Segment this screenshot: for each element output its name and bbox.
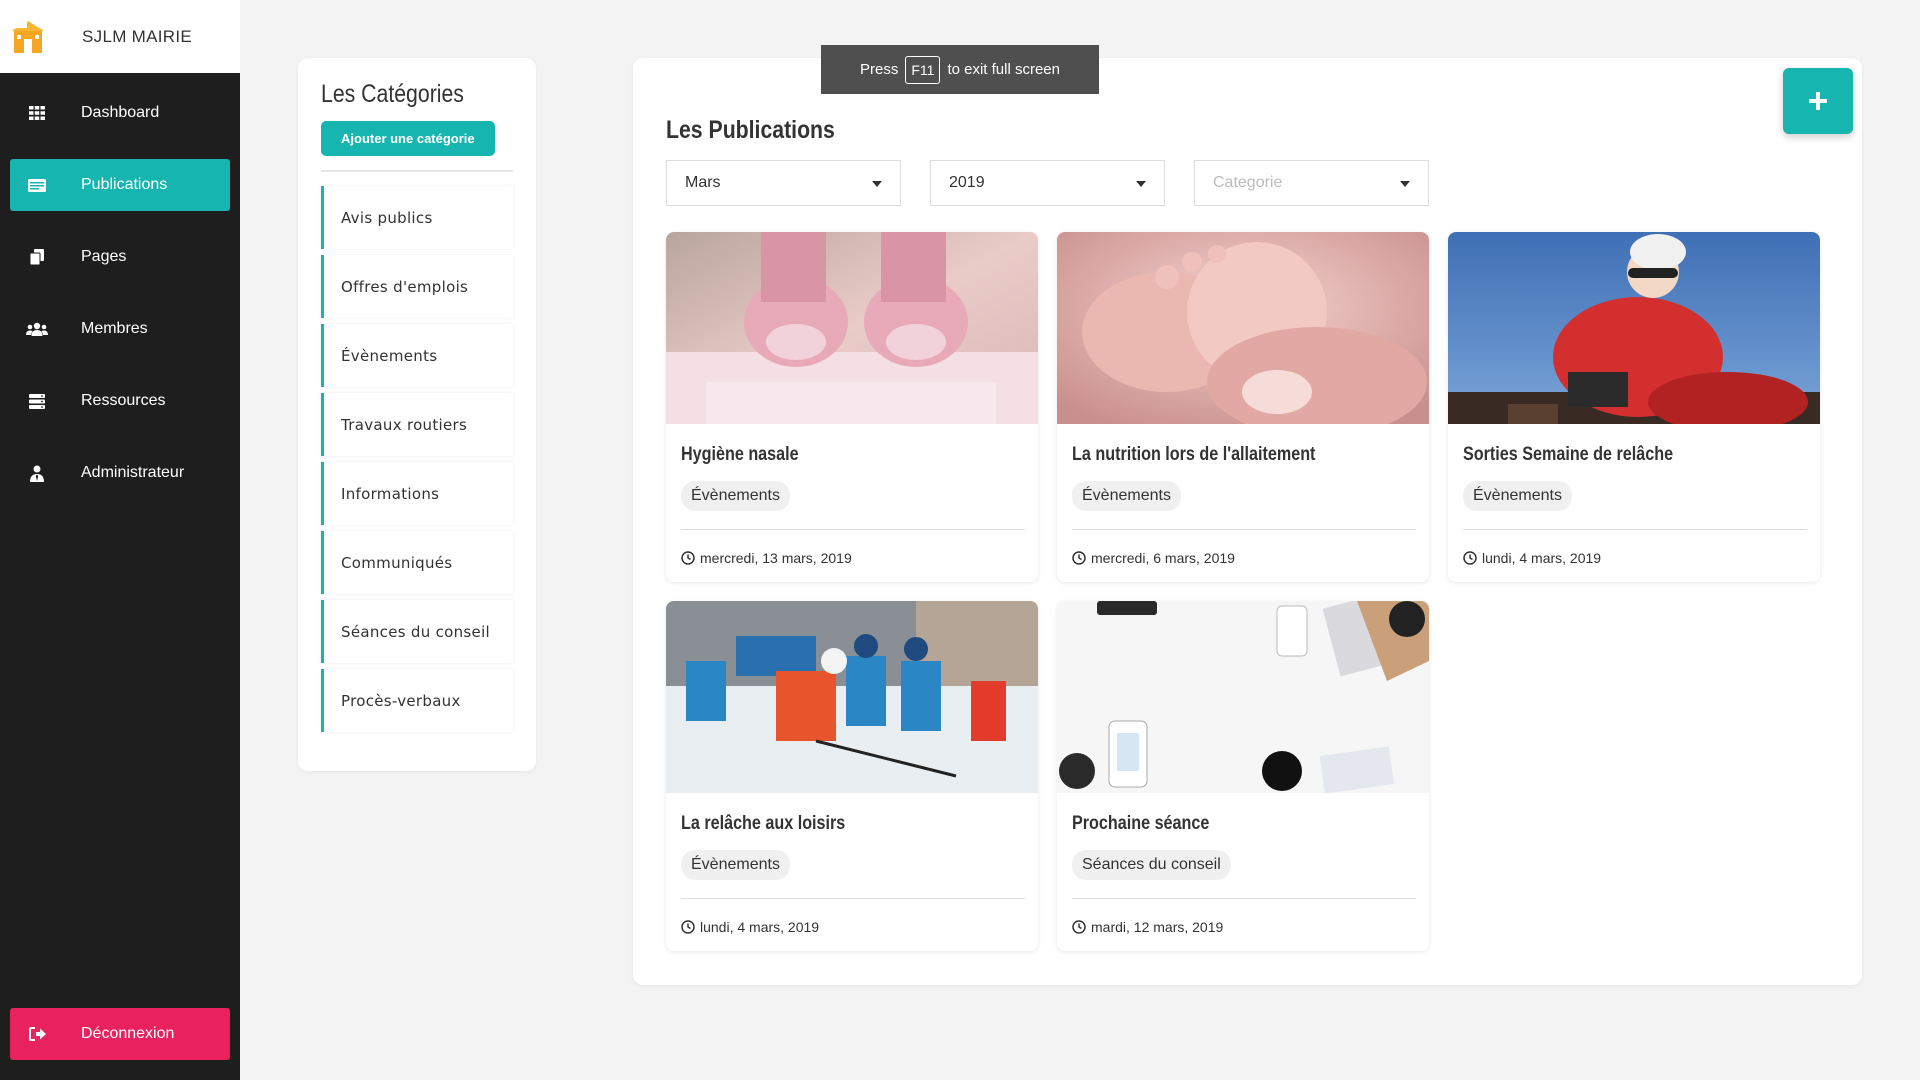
toast-text-after: to exit full screen <box>947 61 1060 78</box>
publication-title: Prochaine séance <box>1072 813 1210 834</box>
divider <box>681 529 1025 530</box>
categories-title: Les Catégories <box>321 80 464 108</box>
category-badge: Évènements <box>681 481 790 511</box>
publication-card[interactable]: La relâche aux loisirs Évènements lundi,… <box>666 601 1038 951</box>
divider <box>1463 529 1807 530</box>
divider <box>1072 529 1416 530</box>
grid-icon <box>24 106 50 120</box>
brand[interactable]: SJLM MAIRIE <box>0 0 240 73</box>
nav-label: Ressources <box>81 392 166 409</box>
nav-item-membres[interactable]: Membres <box>10 303 230 355</box>
nav-label: Dashboard <box>81 104 160 121</box>
category-select-placeholder: Categorie <box>1213 174 1283 191</box>
toast-key: F11 <box>905 55 941 84</box>
category-item-communiques[interactable]: Communiqués <box>321 531 513 594</box>
month-select[interactable]: Mars <box>666 160 901 206</box>
clock-icon <box>1463 551 1477 565</box>
logout-button[interactable]: Déconnexion <box>10 1008 230 1060</box>
category-item-evenements[interactable]: Évènements <box>321 324 513 387</box>
caret-down-icon <box>1136 181 1146 187</box>
town-hall-logo-icon <box>12 20 44 53</box>
category-item-seances-conseil[interactable]: Séances du conseil <box>321 600 513 663</box>
publication-title: La nutrition lors de l'allaitement <box>1072 444 1316 465</box>
category-select[interactable]: Categorie <box>1194 160 1429 206</box>
category-badge: Évènements <box>1463 481 1572 511</box>
date-text: mardi, 12 mars, 2019 <box>1091 919 1224 935</box>
clock-icon <box>681 920 695 934</box>
plus-icon <box>1809 84 1827 118</box>
divider <box>321 170 513 172</box>
nav-label: Publications <box>81 176 168 193</box>
publications-panel: Les Publications Mars 2019 Categorie Hyg <box>633 58 1862 985</box>
nav-item-ressources[interactable]: Ressources <box>10 375 230 427</box>
caret-down-icon <box>1400 181 1410 187</box>
nav-label: Pages <box>81 248 127 265</box>
sidebar: SJLM MAIRIE Dashboard Publications Pages… <box>0 0 240 1080</box>
publication-title: Hygiène nasale <box>681 444 799 465</box>
categories-panel: Les Catégories Ajouter une catégorie Avi… <box>298 58 536 771</box>
category-item-offres-emplois[interactable]: Offres d'emplois <box>321 255 513 318</box>
newspaper-icon <box>24 178 50 192</box>
kids-hockey-photo <box>666 601 1038 793</box>
nav-item-dashboard[interactable]: Dashboard <box>10 87 230 139</box>
date-text: lundi, 4 mars, 2019 <box>700 919 820 935</box>
nav-item-publications[interactable]: Publications <box>10 159 230 211</box>
nav-item-administrateur[interactable]: Administrateur <box>10 447 230 499</box>
nav-label: Membres <box>81 320 148 337</box>
category-item-informations[interactable]: Informations <box>321 462 513 525</box>
baby-booties-photo <box>666 232 1038 424</box>
sign-out-icon <box>24 1027 50 1041</box>
year-select[interactable]: 2019 <box>930 160 1165 206</box>
category-badge: Séances du conseil <box>1072 850 1231 880</box>
publications-title: Les Publications <box>666 116 835 144</box>
users-icon <box>24 322 50 336</box>
nav-item-pages[interactable]: Pages <box>10 231 230 283</box>
caret-down-icon <box>872 181 882 187</box>
fullscreen-toast: Press F11 to exit full screen <box>821 45 1099 94</box>
publication-card[interactable]: Sorties Semaine de relâche Évènements lu… <box>1448 232 1820 582</box>
category-item-travaux-routiers[interactable]: Travaux routiers <box>321 393 513 456</box>
category-item-proces-verbaux[interactable]: Procès-verbaux <box>321 669 513 732</box>
publication-date: lundi, 4 mars, 2019 <box>1463 550 1601 566</box>
add-category-button[interactable]: Ajouter une catégorie <box>321 121 495 156</box>
server-icon <box>24 393 50 409</box>
category-badge: Évènements <box>681 850 790 880</box>
baby-feet-photo <box>1057 232 1429 437</box>
date-text: mercredi, 13 mars, 2019 <box>700 550 852 566</box>
main-nav: Dashboard Publications Pages Membres Res… <box>0 87 240 499</box>
clock-icon <box>1072 551 1086 565</box>
nav-label: Administrateur <box>81 464 185 481</box>
copy-icon <box>24 249 50 265</box>
publication-date: lundi, 4 mars, 2019 <box>681 919 819 935</box>
month-select-value: Mars <box>685 174 721 191</box>
publication-title: Sorties Semaine de relâche <box>1463 444 1674 465</box>
category-list: Avis publics Offres d'emplois Évènements… <box>321 186 513 732</box>
clock-icon <box>681 551 695 565</box>
publication-card[interactable]: Hygiène nasale Évènements mercredi, 13 m… <box>666 232 1038 582</box>
publication-title: La relâche aux loisirs <box>681 813 846 834</box>
date-text: lundi, 4 mars, 2019 <box>1482 550 1602 566</box>
divider <box>1072 898 1416 899</box>
date-text: mercredi, 6 mars, 2019 <box>1091 550 1235 566</box>
toast-text-before: Press <box>860 61 899 78</box>
logout-label: Déconnexion <box>81 1025 175 1042</box>
category-badge: Évènements <box>1072 481 1181 511</box>
publication-card[interactable]: Prochaine séance Séances du conseil mard… <box>1057 601 1429 951</box>
kids-sled-photo <box>1448 232 1820 432</box>
publication-date: mercredi, 13 mars, 2019 <box>681 550 852 566</box>
add-publication-button[interactable] <box>1783 68 1853 134</box>
desk-photo <box>1057 601 1429 794</box>
divider <box>681 898 1025 899</box>
year-select-value: 2019 <box>949 174 985 191</box>
brand-name: SJLM MAIRIE <box>82 26 193 46</box>
user-tie-icon <box>24 465 50 482</box>
category-item-avis-publics[interactable]: Avis publics <box>321 186 513 249</box>
publication-card[interactable]: La nutrition lors de l'allaitement Évène… <box>1057 232 1429 582</box>
publication-date: mardi, 12 mars, 2019 <box>1072 919 1223 935</box>
publication-date: mercredi, 6 mars, 2019 <box>1072 550 1235 566</box>
clock-icon <box>1072 920 1086 934</box>
